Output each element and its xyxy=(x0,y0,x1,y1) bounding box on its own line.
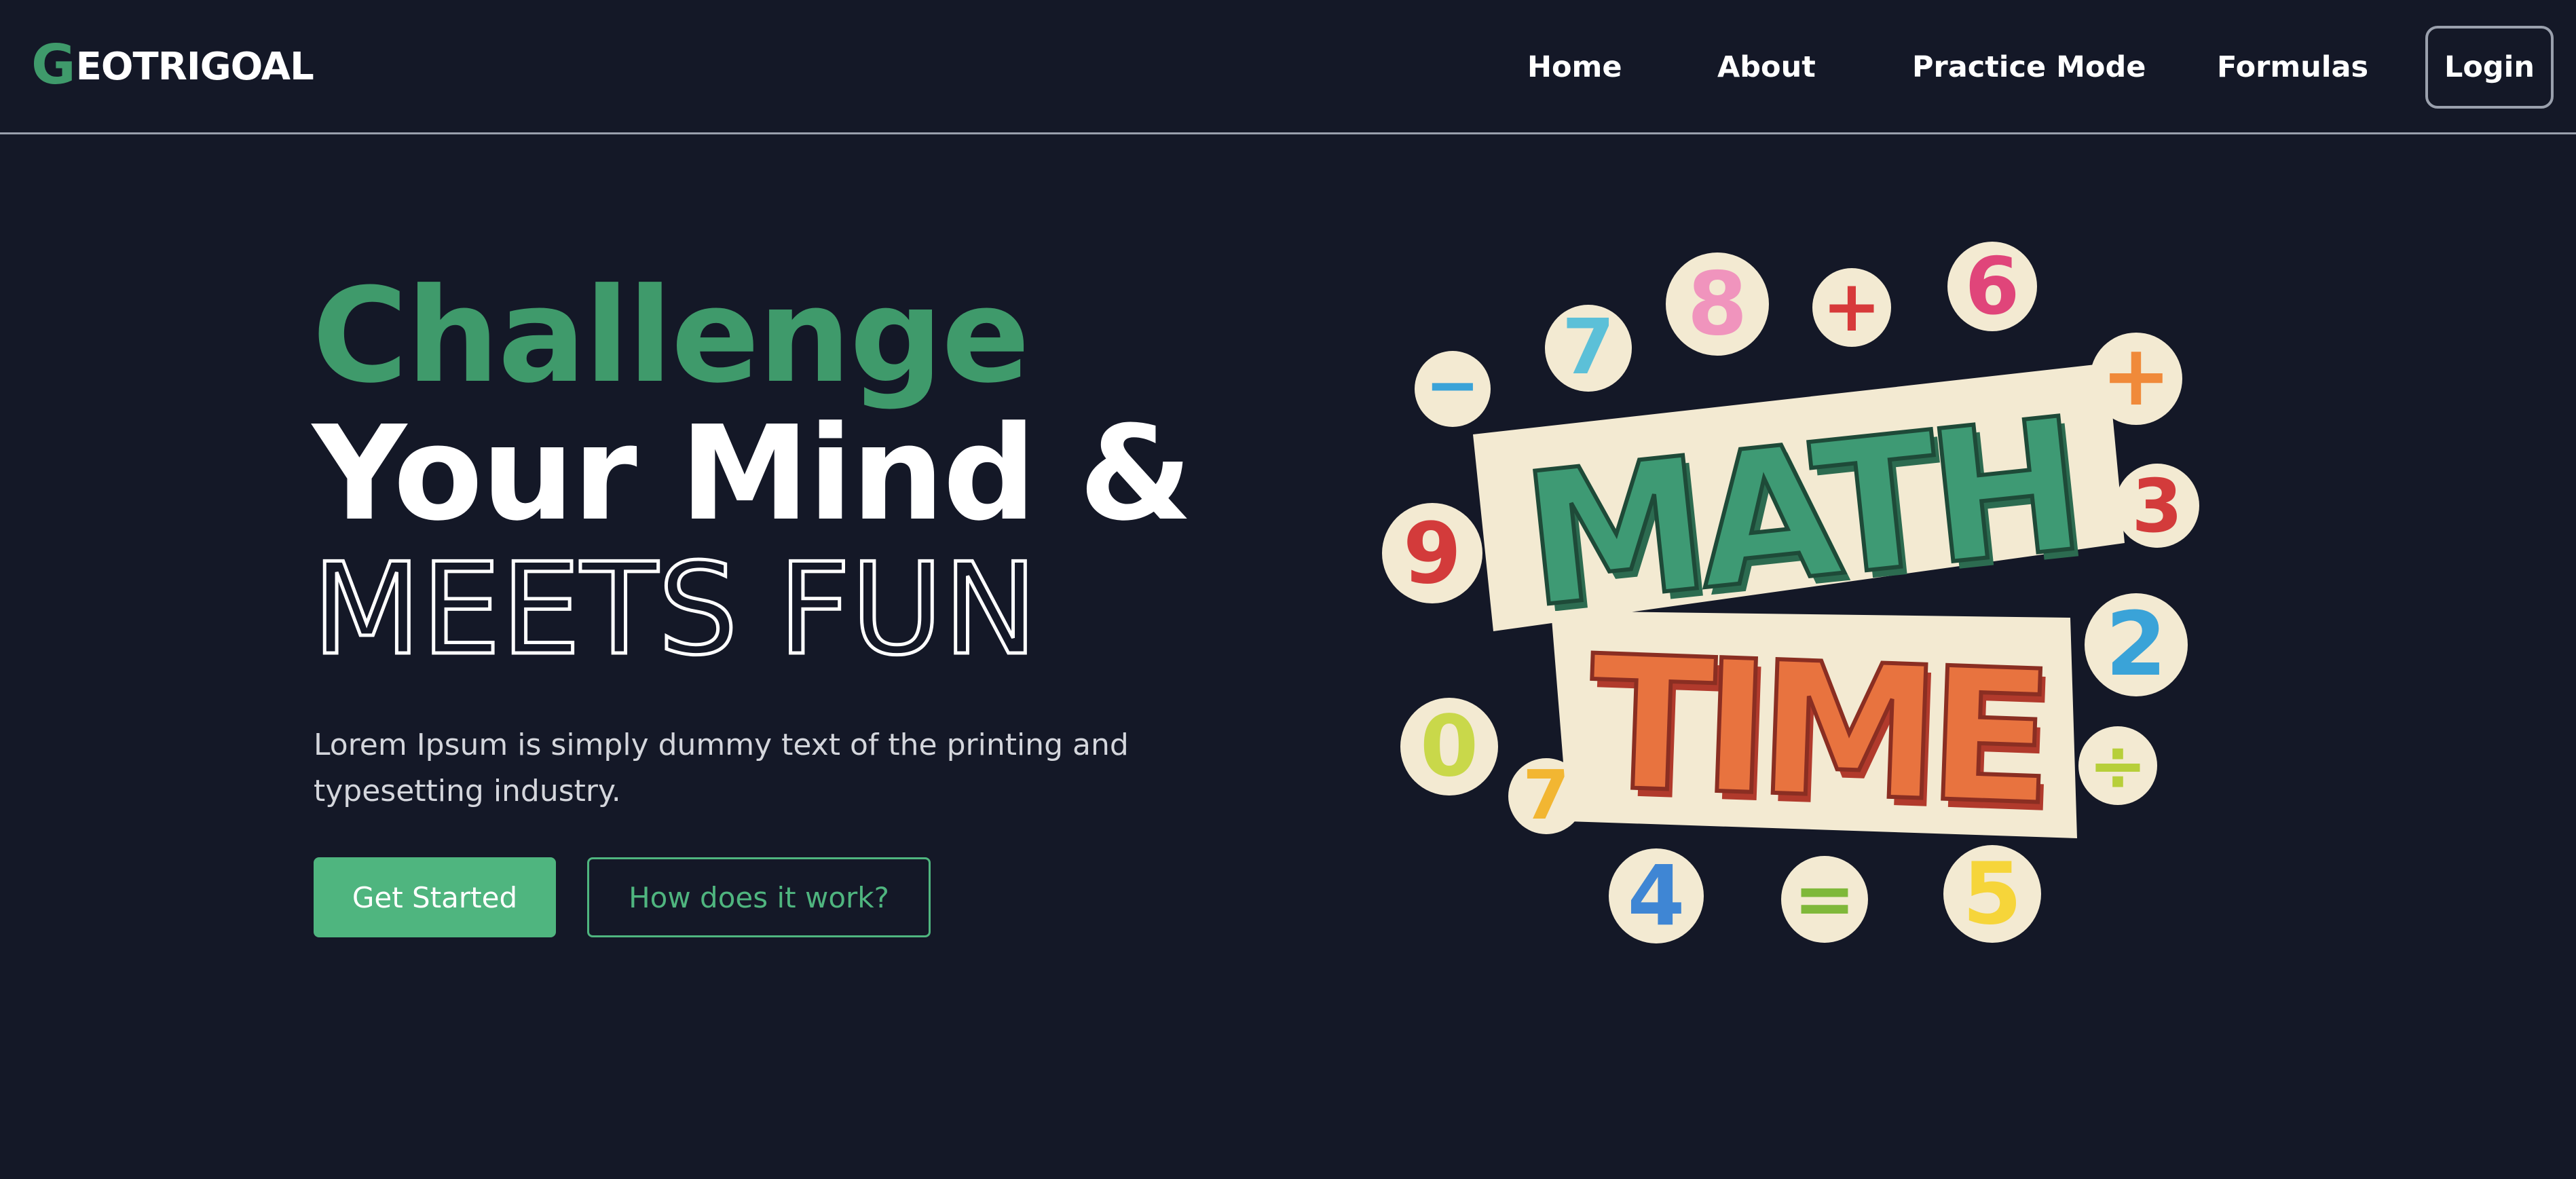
sticker-eight: 8 xyxy=(1666,252,1769,356)
nav-practice-mode[interactable]: Practice Mode xyxy=(1912,50,2146,84)
how-it-works-button[interactable]: How does it work? xyxy=(587,857,931,937)
svg-text:8: 8 xyxy=(1687,254,1747,355)
sticker-divide: ÷ xyxy=(2078,724,2157,807)
sticker-two: 2 xyxy=(2085,593,2188,696)
svg-text:7: 7 xyxy=(1523,755,1570,835)
svg-text:=: = xyxy=(1793,855,1856,942)
top-navbar: G EOTRIGOAL Home About Practice Mode Form… xyxy=(0,0,2576,134)
sticker-minus: − xyxy=(1415,347,1491,427)
sticker-seven-top: 7 xyxy=(1545,303,1632,392)
sticker-plus-red: + xyxy=(1812,265,1891,348)
sticker-zero: 0 xyxy=(1400,698,1498,796)
nav-formulas[interactable]: Formulas xyxy=(2217,50,2368,84)
time-title: TIME TIME xyxy=(1551,611,2077,854)
svg-text:÷: ÷ xyxy=(2088,724,2147,807)
svg-text:5: 5 xyxy=(1962,844,2022,943)
svg-text:2: 2 xyxy=(2106,593,2167,696)
login-button[interactable]: Login xyxy=(2425,26,2554,109)
sticker-four: 4 xyxy=(1609,848,1704,944)
logo-text: EOTRIGOAL xyxy=(75,45,314,89)
nav-about[interactable]: About xyxy=(1717,50,1816,84)
svg-text:4: 4 xyxy=(1628,848,1685,944)
hero-subtitle: Lorem Ipsum is simply dummy text of the … xyxy=(314,728,1129,808)
svg-text:0: 0 xyxy=(1420,698,1478,796)
hero-title-line-3: MEETS FUN xyxy=(311,536,1040,683)
sticker-five: 5 xyxy=(1943,844,2041,943)
logo-initial: G xyxy=(31,33,76,96)
nav-home[interactable]: Home xyxy=(1527,50,1622,84)
sticker-three: 3 xyxy=(2115,464,2199,549)
sticker-six: 6 xyxy=(1947,241,2037,333)
svg-text:TIME: TIME xyxy=(1586,616,2047,845)
sticker-nine: 9 xyxy=(1382,503,1482,603)
svg-text:7: 7 xyxy=(1562,303,1615,392)
logo[interactable]: G EOTRIGOAL xyxy=(31,33,314,96)
svg-text:6: 6 xyxy=(1965,241,2020,333)
math-time-illustration: − 7 8 + 6 + 9 3 2 0 7 ÷ 4 = 5 MATH MATH … xyxy=(1371,224,2226,964)
svg-text:3: 3 xyxy=(2131,464,2182,549)
get-started-button[interactable]: Get Started xyxy=(314,857,556,937)
svg-text:+: + xyxy=(1822,265,1881,348)
sticker-equals: = xyxy=(1781,855,1868,943)
svg-text:−: − xyxy=(1425,347,1480,423)
hero-title-line-2: Your Mind & xyxy=(312,398,1193,550)
svg-text:9: 9 xyxy=(1403,505,1461,603)
hero-title-line-1: Challenge xyxy=(312,261,1030,412)
